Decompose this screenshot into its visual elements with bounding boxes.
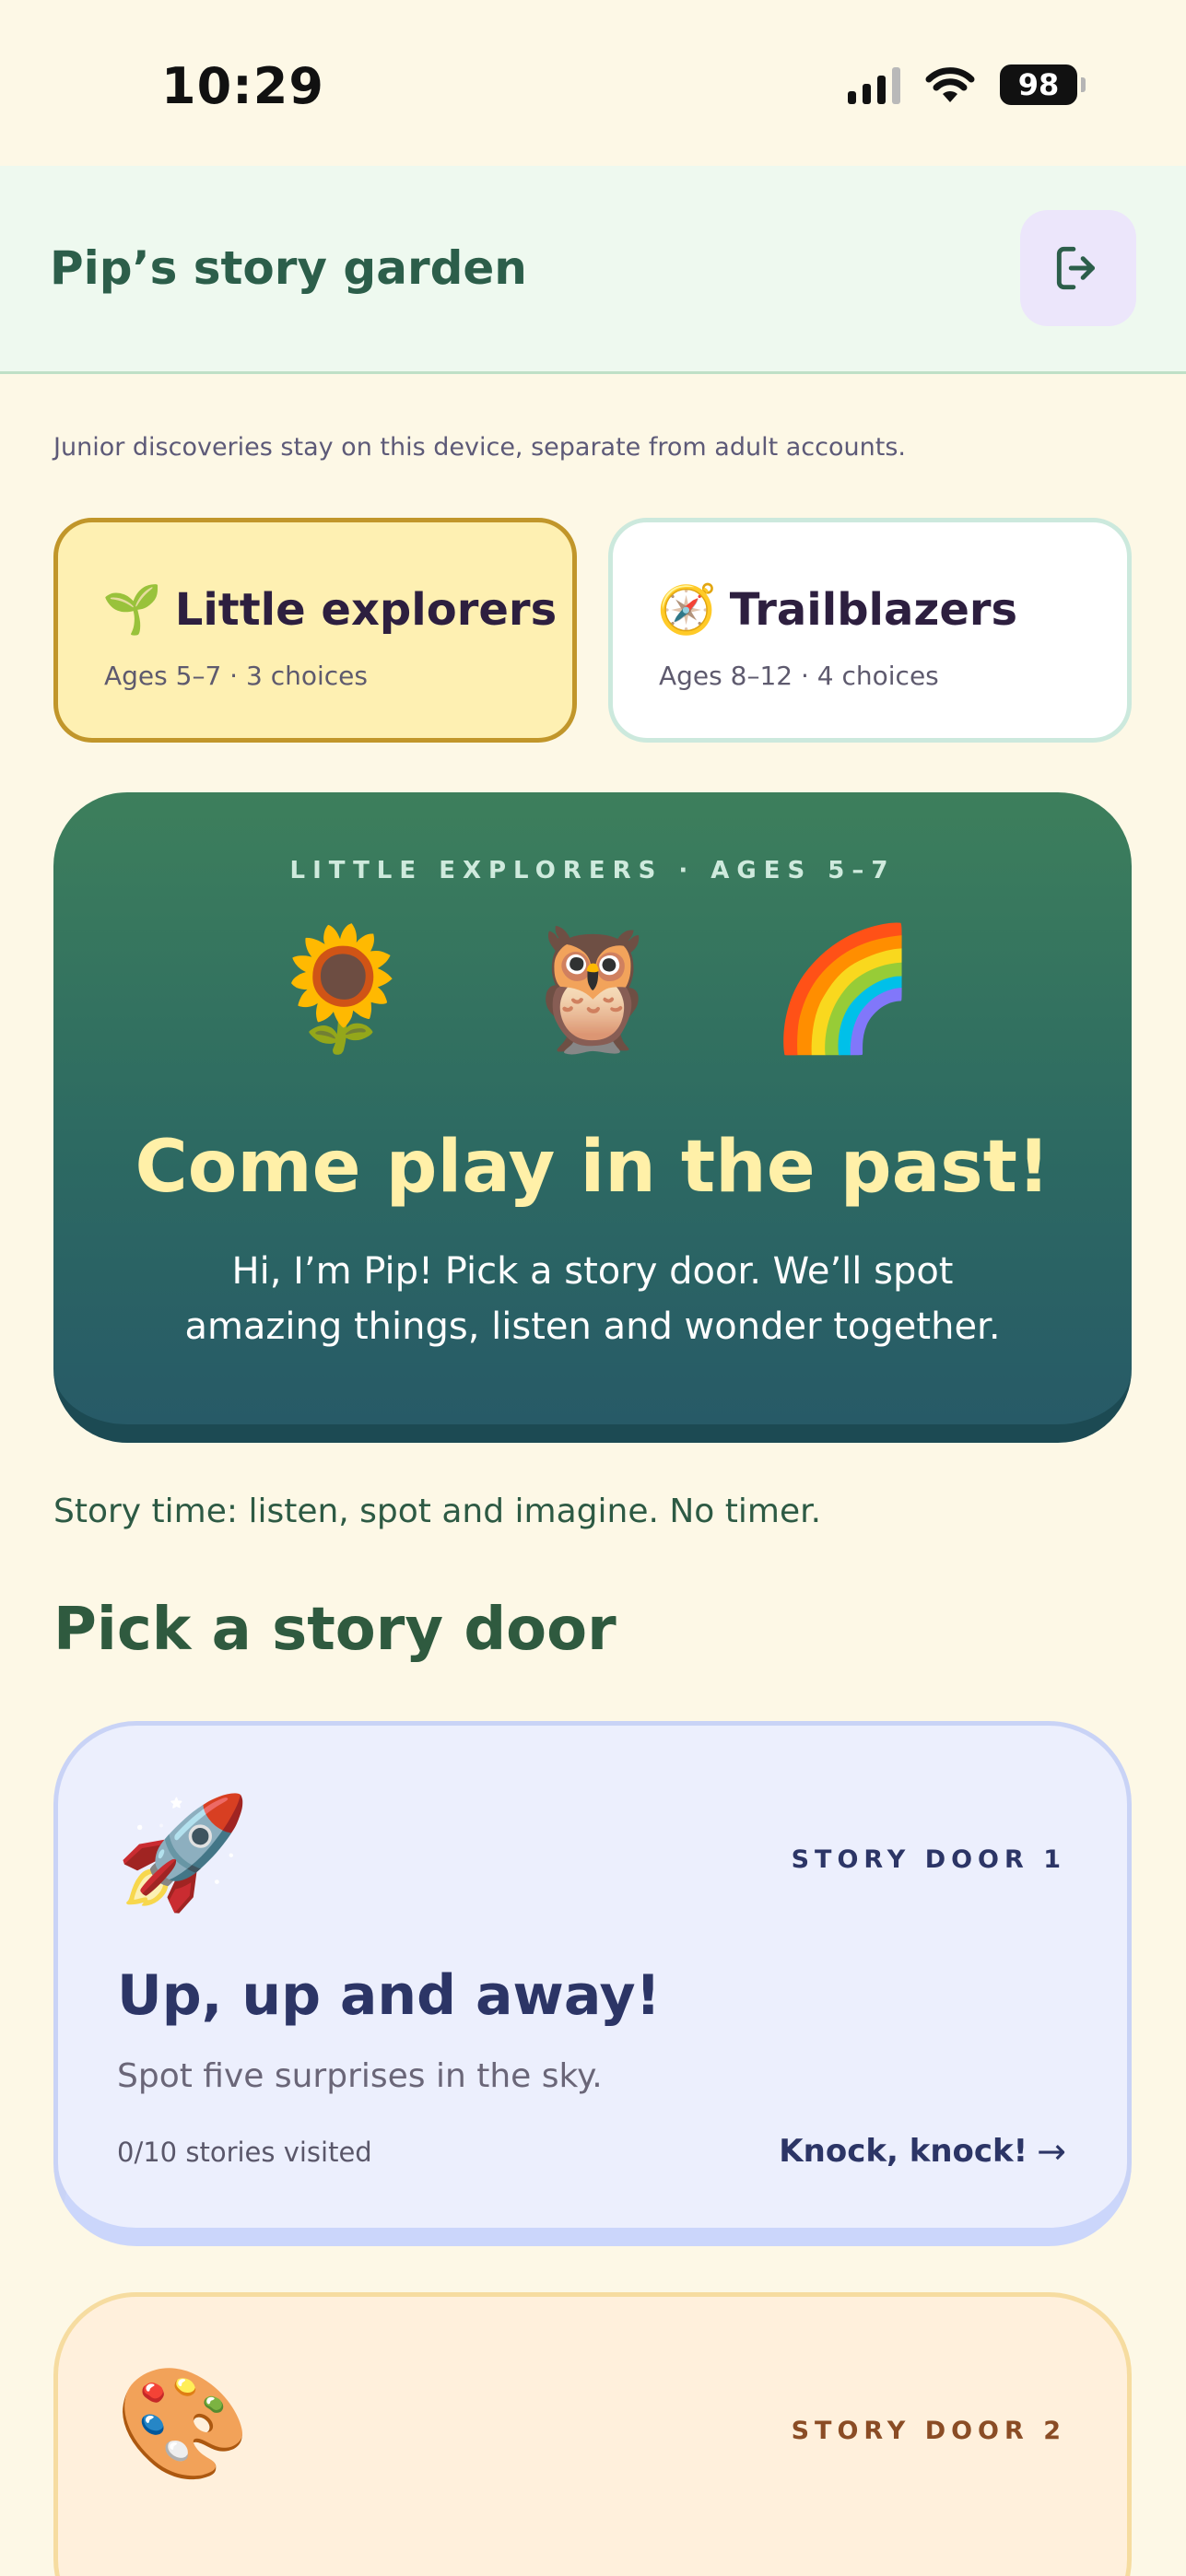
story-door-label: STORY DOOR 2 <box>791 2417 1066 2445</box>
story-door-progress: 0/10 stories visited <box>117 2137 372 2168</box>
compass-icon: 🧭 <box>657 582 717 638</box>
arrow-right-icon: → <box>1037 2131 1066 2172</box>
age-card-label: Trailblazers <box>729 583 1018 636</box>
age-card-little-explorers[interactable]: 🌱 Little explorers Ages 5–7 · 3 choices <box>53 518 577 743</box>
hero-banner: LITTLE EXPLORERS · AGES 5–7 🌻 🦉 🌈 Come p… <box>53 792 1132 1443</box>
status-icons: 98 <box>848 64 1086 105</box>
status-time: 10:29 <box>161 57 324 115</box>
story-door-description: Spot five surprises in the sky. <box>117 2057 603 2095</box>
logout-icon <box>1056 246 1095 290</box>
story-door-2[interactable]: 🎨 STORY DOOR 2 <box>53 2292 1132 2576</box>
age-card-title: 🧭 Trailblazers <box>657 581 1017 638</box>
cellular-signal-icon <box>848 65 900 104</box>
wifi-icon <box>925 67 975 102</box>
age-card-title: 🌱 Little explorers <box>102 581 557 638</box>
age-card-subtitle: Ages 5–7 · 3 choices <box>104 661 368 691</box>
exit-button[interactable] <box>1020 210 1136 326</box>
seedling-icon: 🌱 <box>102 582 162 638</box>
hero-body: Hi, I’m Pip! Pick a story door. We’ll sp… <box>184 1250 1001 1348</box>
timer-note: Story time: listen, spot and imagine. No… <box>53 1493 822 1530</box>
battery-level: 98 <box>1017 67 1060 102</box>
hero-eyebrow: LITTLE EXPLORERS · AGES 5–7 <box>289 857 896 884</box>
privacy-note: Junior discoveries stay on this device, … <box>53 433 906 462</box>
sunflower-icon: 🌻 <box>267 919 417 1059</box>
story-door-title: Up, up and away! <box>117 1963 661 2028</box>
status-bar: 10:29 98 <box>0 0 1186 166</box>
age-card-trailblazers[interactable]: 🧭 Trailblazers Ages 8–12 · 4 choices <box>608 518 1132 743</box>
rainbow-icon: 🌈 <box>768 919 918 1059</box>
age-card-subtitle: Ages 8–12 · 4 choices <box>659 661 939 691</box>
owl-icon: 🦉 <box>518 919 667 1059</box>
hero-title: Come play in the past! <box>135 1126 1051 1209</box>
age-card-label: Little explorers <box>174 583 558 636</box>
battery-indicator: 98 <box>1000 64 1086 105</box>
app-header: Pip’s story garden <box>0 166 1186 374</box>
story-door-label: STORY DOOR 1 <box>791 1845 1066 1874</box>
knock-button[interactable]: Knock, knock! → <box>779 2131 1066 2172</box>
knock-button-label: Knock, knock! <box>779 2133 1028 2170</box>
palette-icon: 🎨 <box>115 2359 251 2487</box>
story-door-1[interactable]: 🚀 STORY DOOR 1 Up, up and away! Spot fiv… <box>53 1721 1132 2246</box>
page-title: Pip’s story garden <box>50 241 527 295</box>
rocket-icon: 🚀 <box>115 1788 251 1915</box>
section-title: Pick a story door <box>53 1596 616 1664</box>
hero-emoji-row: 🌻 🦉 🌈 <box>53 929 1132 1048</box>
